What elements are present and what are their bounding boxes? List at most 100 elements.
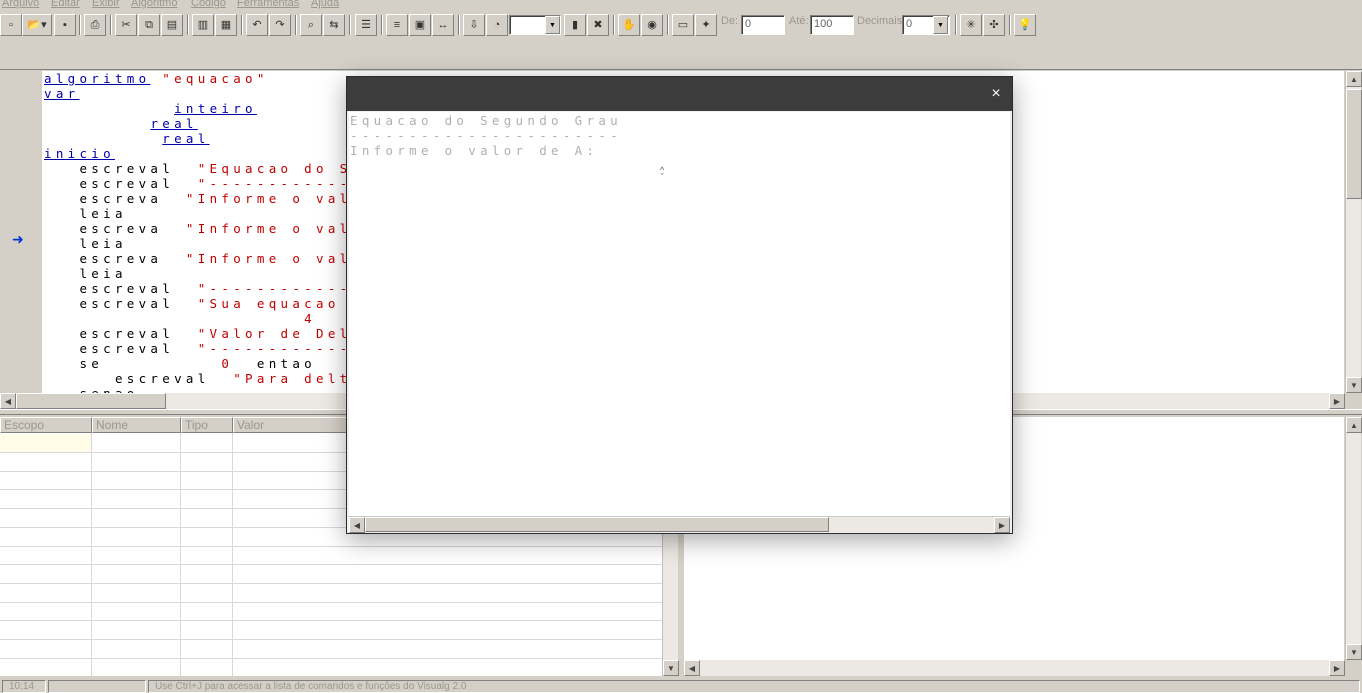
indent-icon[interactable]: ☰	[355, 14, 377, 36]
find-icon[interactable]: ⌕	[300, 14, 322, 36]
new-file-icon[interactable]: ▫	[0, 14, 22, 36]
editor-vertical-scrollbar[interactable]: ▲ ▼	[1345, 71, 1362, 393]
table-row	[0, 546, 662, 547]
magic-wand-icon[interactable]: ✦	[695, 14, 717, 36]
scroll-up-icon[interactable]: ▲	[1346, 71, 1362, 87]
paste-icon[interactable]: ▤	[161, 14, 183, 36]
code-line[interactable]: escreval "Equacao do Seg	[44, 161, 375, 176]
status-mode	[48, 680, 146, 693]
random-stop-icon[interactable]: ✣	[983, 14, 1005, 36]
scroll-down-icon[interactable]: ▼	[1346, 644, 1362, 660]
column-header-tipo[interactable]: Tipo	[181, 417, 233, 433]
undo-icon[interactable]: ↶	[246, 14, 268, 36]
code-line[interactable]: var	[44, 86, 375, 101]
code-line[interactable]: leia	[44, 206, 375, 221]
code-keyword: real	[162, 131, 210, 146]
cut-icon[interactable]: ✂	[115, 14, 137, 36]
scroll-left-icon[interactable]: ◀	[0, 393, 16, 409]
code-line[interactable]: escreva "Informe o valor	[44, 221, 375, 236]
chevron-down-icon[interactable]: ▼	[545, 16, 560, 34]
column-header-escopo[interactable]: Escopo	[0, 417, 92, 433]
dialog-horizontal-scrollbar[interactable]: ◀ ▶	[349, 516, 1010, 533]
code-line[interactable]: escreval "--------------	[44, 281, 375, 296]
code-line[interactable]: escreval "--------------	[44, 341, 375, 356]
code-line[interactable]: 4	[44, 311, 375, 326]
hand-icon[interactable]: ✋	[618, 14, 640, 36]
redo-icon[interactable]: ↷	[269, 14, 291, 36]
scroll-right-icon[interactable]: ▶	[994, 517, 1010, 533]
from-label: De:	[721, 15, 739, 27]
output-horizontal-scrollbar[interactable]: ◀ ▶	[684, 660, 1345, 676]
menu-ferramentas[interactable]: Ferramentas	[237, 0, 299, 9]
open-file-icon[interactable]: 📂▾	[22, 14, 52, 36]
scroll-down-icon[interactable]: ▼	[1346, 377, 1362, 393]
code-line[interactable]: escreval "Para delta	[44, 371, 375, 386]
output-vertical-scrollbar[interactable]: ▲ ▼	[1345, 417, 1362, 660]
code-line[interactable]: senao	[44, 386, 375, 393]
table-row	[0, 620, 662, 621]
expand-icon[interactable]: ↔	[432, 14, 454, 36]
code-line[interactable]: real	[44, 131, 375, 146]
variables-icon[interactable]: ▣	[409, 14, 431, 36]
replace-icon[interactable]: ⇆	[323, 14, 345, 36]
save-icon[interactable]: ▪	[54, 14, 76, 36]
scroll-right-icon[interactable]: ▶	[1329, 660, 1345, 676]
random-icon[interactable]: ✳	[960, 14, 982, 36]
code-line[interactable]: leia	[44, 236, 375, 251]
code-line[interactable]: inteiro	[44, 101, 375, 116]
column-header-nome[interactable]: Nome	[92, 417, 181, 433]
scroll-left-icon[interactable]: ◀	[349, 517, 365, 533]
timer-icon[interactable]: ◔	[486, 14, 508, 36]
menu-ajuda[interactable]: Ajuda	[311, 0, 339, 9]
stop-icon[interactable]: ✖	[587, 14, 609, 36]
code-line[interactable]: algoritmo "equacao"	[44, 71, 375, 86]
copy-block-icon[interactable]: ▥	[192, 14, 214, 36]
scroll-down-icon[interactable]: ▼	[663, 660, 679, 676]
paste-block-icon[interactable]: ▦	[215, 14, 237, 36]
selected-cell[interactable]	[0, 434, 91, 452]
status-bar: 10:14 Use Ctrl+J para acessar a lista de…	[0, 678, 1362, 693]
code-text: senao	[44, 386, 139, 393]
decimals-label: Decimais:	[857, 15, 906, 27]
scroll-right-icon[interactable]: ▶	[1329, 393, 1345, 409]
watch-icon[interactable]: ◉	[641, 14, 663, 36]
code-line[interactable]: escreval "--------------	[44, 176, 375, 191]
dialog-titlebar[interactable]: ×	[347, 77, 1012, 111]
code-text: leia	[44, 236, 127, 251]
chevron-down-icon[interactable]: ▼	[933, 16, 948, 34]
menu-editar[interactable]: Editar	[51, 0, 80, 9]
help-bulb-icon[interactable]: 💡	[1014, 14, 1036, 36]
line-numbers-icon[interactable]: ≡	[386, 14, 408, 36]
code-literal: 4	[304, 311, 316, 326]
scroll-thumb[interactable]	[365, 517, 829, 532]
code-line[interactable]: real	[44, 116, 375, 131]
scroll-thumb[interactable]	[16, 393, 166, 409]
console-dialog: × Equacao do Segundo Grau ---------------…	[346, 76, 1013, 534]
scroll-thumb[interactable]	[1346, 89, 1362, 199]
code-line[interactable]: se 0 entao	[44, 356, 375, 371]
menu-exibir[interactable]: Exibir	[92, 0, 120, 9]
code-line[interactable]: leia	[44, 266, 375, 281]
code-literal: 0	[221, 356, 234, 371]
code-line[interactable]: escreva "Informe o valor	[44, 251, 375, 266]
menu-algoritmo[interactable]: Algoritmo	[131, 0, 177, 9]
print-icon[interactable]: ⎙	[84, 14, 106, 36]
code-line[interactable]: escreval "Valor de Delta	[44, 326, 375, 341]
code-line[interactable]: inicio	[44, 146, 375, 161]
menu-arquivo[interactable]: Arquivo	[2, 0, 39, 9]
console-icon[interactable]: ▭	[672, 14, 694, 36]
menu-codigo[interactable]: Código	[191, 0, 226, 9]
run-step-icon[interactable]: ⇩	[463, 14, 485, 36]
to-input[interactable]: 100	[810, 15, 854, 35]
code-line[interactable]: escreva "Informe o valor	[44, 191, 375, 206]
code-line[interactable]: escreval "Sua equacao e:	[44, 296, 375, 311]
close-icon[interactable]: ×	[988, 86, 1004, 102]
breakpoint-icon[interactable]: ▮	[564, 14, 586, 36]
scroll-left-icon[interactable]: ◀	[684, 660, 700, 676]
console-output[interactable]: Equacao do Segundo Grau -----------------…	[349, 112, 1010, 516]
scroll-up-icon[interactable]: ▲	[1346, 417, 1362, 433]
code-text[interactable]: algoritmo "equacao" var inteiro real real…	[44, 71, 375, 393]
from-input[interactable]: 0	[741, 15, 785, 35]
copy-icon[interactable]: ⧉	[138, 14, 160, 36]
